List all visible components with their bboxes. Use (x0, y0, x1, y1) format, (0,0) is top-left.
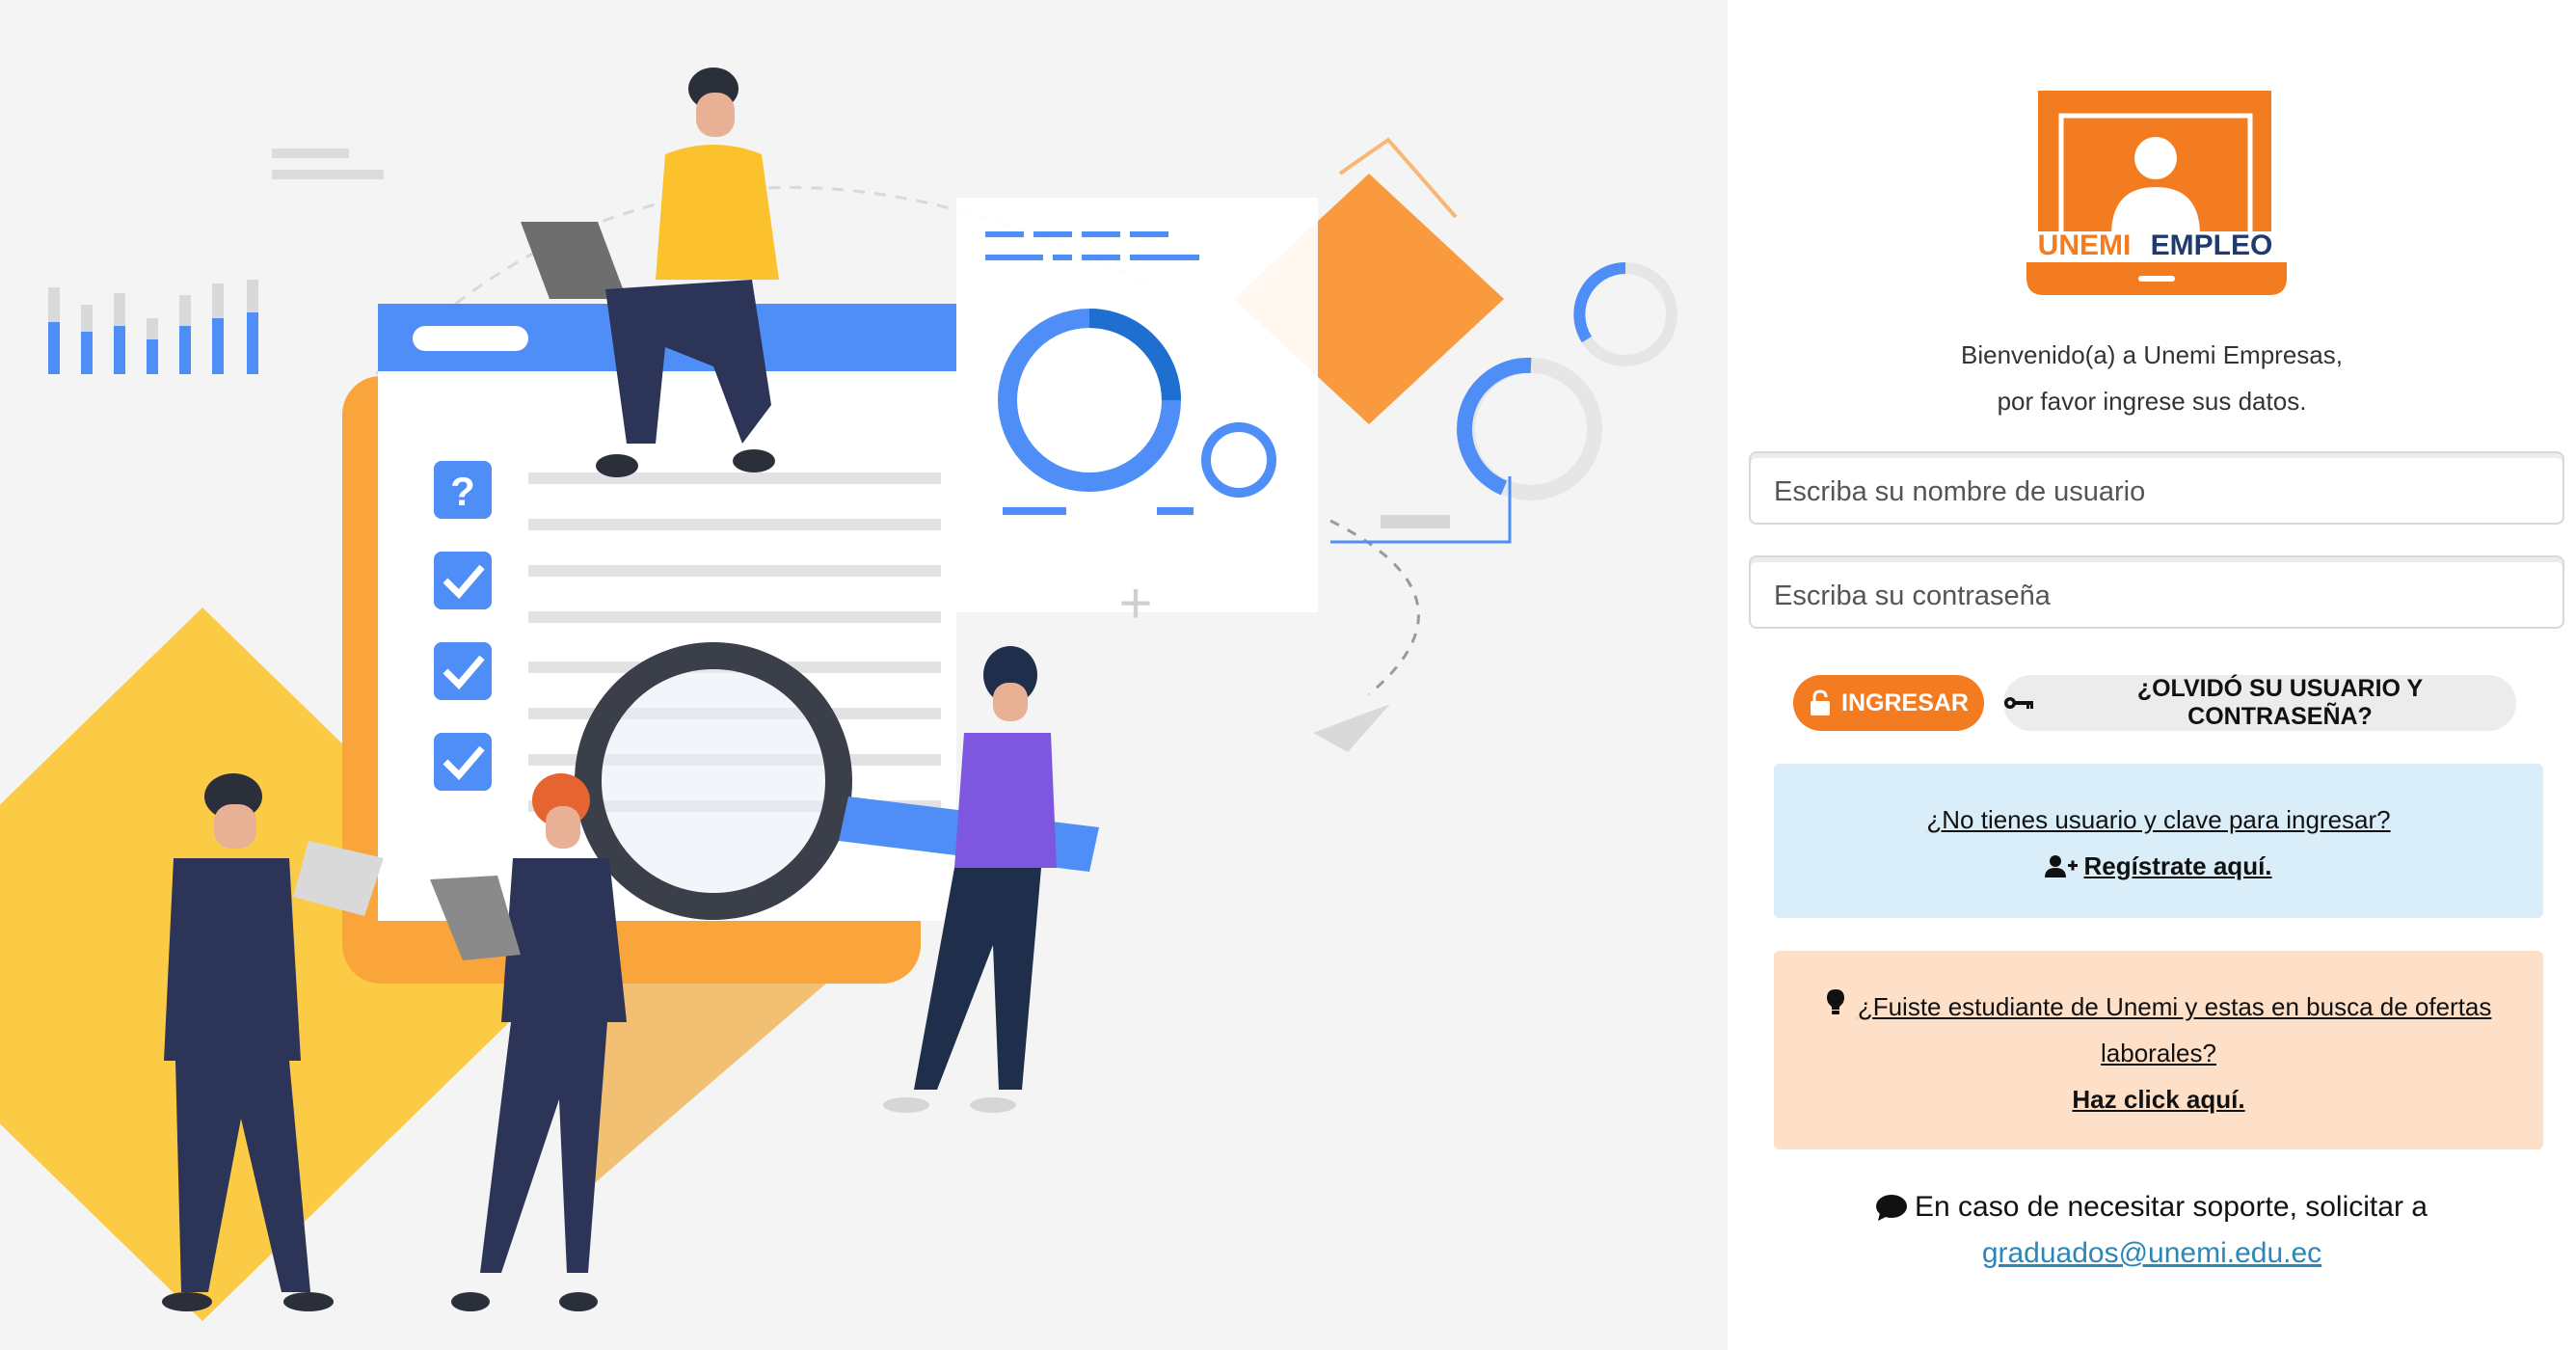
register-link[interactable]: Regístrate aquí. (2083, 843, 2271, 889)
student-question-link[interactable]: ¿Fuiste estudiante de Unemi y estas en b… (1858, 992, 2492, 1067)
comment-icon (1876, 1194, 1908, 1221)
username-field[interactable] (1749, 451, 2564, 525)
support-message: En caso de necesitar soporte, solicitar … (1766, 1184, 2537, 1277)
support-text: En caso de necesitar soporte, solicitar … (1915, 1191, 2428, 1223)
unemi-empleo-logo: UNEMI EMPLEO (2023, 91, 2291, 297)
welcome-line-1: Bienvenido(a) a Unemi Empresas, (1961, 340, 2343, 369)
login-panel: UNEMI EMPLEO Bienvenido(a) a Unemi Empre… (1728, 0, 2576, 1350)
logo-text-unemi: UNEMI (2038, 230, 2132, 261)
username-input[interactable] (1751, 453, 2563, 523)
unlock-icon (1809, 689, 1832, 716)
hero-illustration: ? + (0, 0, 1728, 1350)
password-field[interactable] (1749, 555, 2564, 629)
login-button[interactable]: INGRESAR (1793, 675, 1984, 731)
user-plus-icon (2045, 854, 2079, 878)
lightbulb-icon (1826, 988, 1845, 1015)
svg-text:+: + (1118, 571, 1152, 635)
register-question-link[interactable]: ¿No tienes usuario y clave para ingresar… (1926, 805, 2390, 834)
welcome-message: Bienvenido(a) a Unemi Empresas, por favo… (1766, 332, 2537, 424)
logo-text-empleo: EMPLEO (2151, 230, 2273, 261)
welcome-line-2: por favor ingrese sus datos. (1997, 387, 2307, 416)
register-info-box: ¿No tienes usuario y clave para ingresar… (1774, 764, 2543, 918)
support-email-link[interactable]: graduados@unemi.edu.ec (1982, 1237, 2321, 1269)
svg-text:?: ? (450, 469, 475, 514)
forgot-button-label: ¿OLVIDÓ SU USUARIO Y CONTRASEÑA? (2136, 675, 2424, 730)
student-click-link[interactable]: Haz click aquí. (2072, 1085, 2244, 1114)
key-icon (2003, 695, 2034, 711)
student-info-box: ¿Fuiste estudiante de Unemi y estas en b… (1774, 951, 2543, 1149)
login-page: ? + UNEMI EMPLEO Bienvenido(a) a Unemi E… (0, 0, 2576, 1350)
forgot-credentials-button[interactable]: ¿OLVIDÓ SU USUARIO Y CONTRASEÑA? (2003, 675, 2516, 731)
mini-bar-chart-graphic (48, 280, 258, 374)
password-input[interactable] (1751, 557, 2563, 627)
login-button-label: INGRESAR (1841, 688, 1969, 716)
